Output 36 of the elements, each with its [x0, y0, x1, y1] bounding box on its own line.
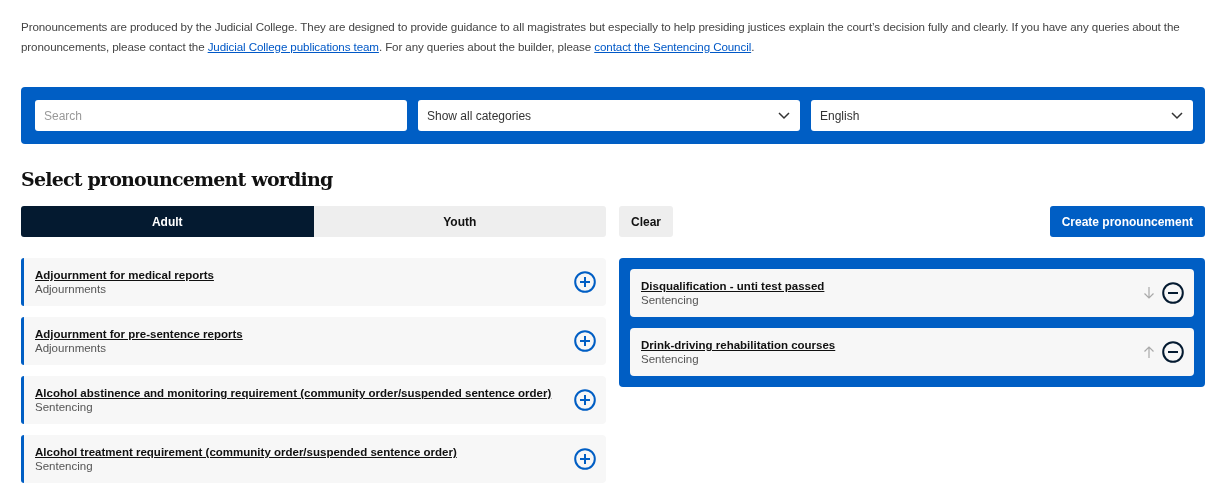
category-label: Sentencing	[35, 401, 94, 413]
add-icon[interactable]	[574, 330, 596, 352]
language-dropdown[interactable]: English	[811, 100, 1193, 131]
pronouncement-card[interactable]: Alcohol abstinence and monitoring requirement (community order/suspended sentence order) Sentencing	[21, 376, 606, 424]
category-label: Adjournments	[35, 342, 107, 354]
pronouncement-card[interactable]: Adjournment for medical reports Adjournments	[21, 258, 606, 306]
pronouncement-card[interactable]: Drink-driving rehabilitation courses Sentencing	[630, 328, 1194, 376]
add-icon[interactable]	[574, 271, 596, 293]
category-dropdown[interactable]: Show all categories	[418, 100, 800, 131]
chevron-down-icon	[1171, 111, 1183, 120]
section-heading: Select pronouncement wording	[21, 168, 334, 190]
clear-button[interactable]: Clear	[619, 206, 674, 237]
create-button[interactable]: Create pronouncement	[1049, 206, 1205, 237]
link[interactable]: Judicial College publications team	[207, 40, 379, 53]
add-icon[interactable]	[574, 448, 596, 470]
search-field[interactable]: Search	[35, 100, 407, 131]
pronouncement-card[interactable]: Alcohol treatment requirement (community order/suspended sentence order) Sentencing	[21, 435, 606, 483]
category-label: Sentencing	[641, 353, 700, 365]
category-label: Sentencing	[35, 460, 94, 472]
remove-icon[interactable]	[1162, 282, 1184, 304]
category-label: Adjournments	[35, 283, 107, 295]
pronouncement-card[interactable]: Disqualification - unti test passed Sentencing	[630, 269, 1194, 317]
remove-icon[interactable]	[1162, 341, 1184, 363]
intro-paragraph: Pronouncements are produced by the Judicial College. They are designed to provide guidance to all magistrates but especially to help presiding justices explain the court’s decision fully and clearly. If you have any queries about the pronouncements, please contact the Judicial College publications team. For any queries about the builder, please contact the Sentencing Council.	[21, 19, 1181, 55]
pronouncement-title[interactable]: Drink-driving rehabilitation courses	[641, 339, 1143, 351]
category-label: Sentencing	[641, 294, 700, 306]
pronouncement-title[interactable]: Alcohol treatment requirement (community order/suspended sentence order)	[35, 446, 574, 458]
tab[interactable]: Adult	[21, 206, 314, 237]
add-icon[interactable]	[574, 389, 596, 411]
chevron-down-icon	[778, 111, 790, 120]
tab[interactable]: Youth	[313, 206, 606, 237]
pronouncement-title[interactable]: Disqualification - unti test passed	[641, 280, 1143, 292]
pronouncement-title[interactable]: Adjournment for pre-sentence reports	[35, 328, 574, 340]
pronouncement-title[interactable]: Alcohol abstinence and monitoring requirement (community order/suspended sentence order)	[35, 387, 574, 399]
pronouncement-title[interactable]: Adjournment for medical reports	[35, 269, 574, 281]
pronouncement-card[interactable]: Adjournment for pre-sentence reports Adjournments	[21, 317, 606, 365]
